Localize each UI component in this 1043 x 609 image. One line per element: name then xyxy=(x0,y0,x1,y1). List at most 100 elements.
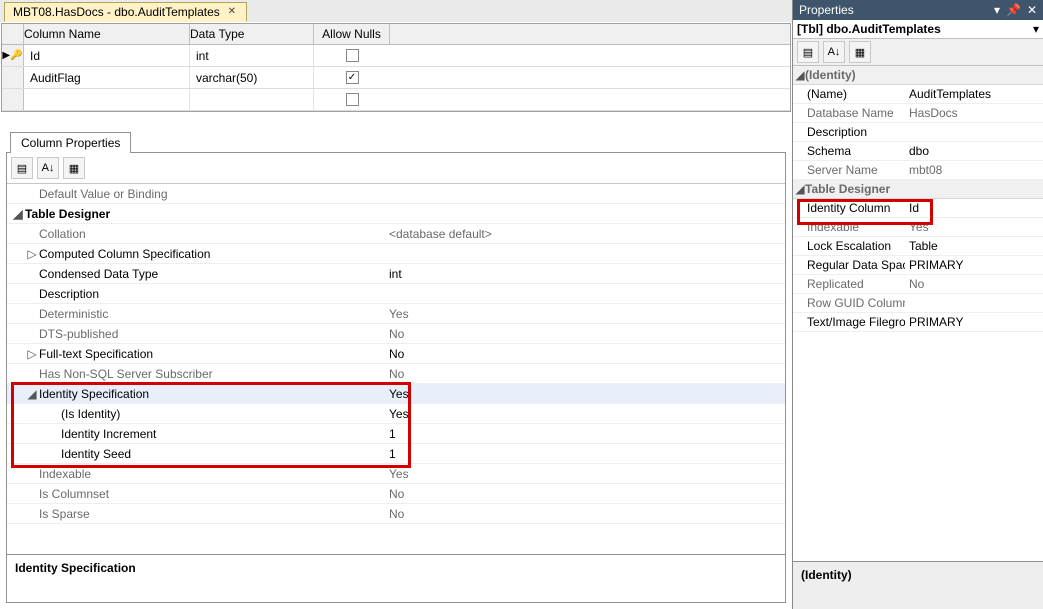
tab-document[interactable]: MBT08.HasDocs - dbo.AuditTemplates ✕ xyxy=(4,2,247,22)
property-row[interactable]: ▷Computed Column Specification xyxy=(7,244,785,264)
property-row[interactable]: ◢Table Designer xyxy=(7,204,785,224)
allow-nulls-checkbox[interactable] xyxy=(346,49,359,62)
property-row[interactable]: Collation<database default> xyxy=(7,224,785,244)
autohide-icon[interactable]: ▾ xyxy=(994,3,1000,17)
header-data-type[interactable]: Data Type xyxy=(190,24,314,44)
property-row[interactable]: ▷Full-text SpecificationNo xyxy=(7,344,785,364)
property-value[interactable]: Yes xyxy=(905,220,929,234)
property-value[interactable]: No xyxy=(383,347,404,361)
property-label: (Is Identity) xyxy=(61,407,120,421)
column-properties-grid[interactable]: Default Value or Binding◢Table DesignerC… xyxy=(7,184,785,554)
property-value[interactable]: mbt08 xyxy=(905,163,942,177)
row-selector[interactable] xyxy=(2,67,24,88)
tab-column-properties[interactable]: Column Properties xyxy=(10,132,131,153)
property-value[interactable]: dbo xyxy=(905,144,929,158)
property-row[interactable]: Condensed Data Typeint xyxy=(7,264,785,284)
categorized-icon[interactable]: ▤ xyxy=(11,157,33,179)
property-label: Table Designer xyxy=(25,207,110,221)
expand-icon[interactable]: ▷ xyxy=(27,347,37,361)
property-row[interactable]: (Name)AuditTemplates xyxy=(793,85,1043,104)
property-category[interactable]: ◢Table Designer xyxy=(793,180,1043,199)
table-row[interactable]: AuditFlag varchar(50) xyxy=(2,67,790,89)
property-category[interactable]: ◢(Identity) xyxy=(793,66,1043,85)
property-value[interactable]: Yes xyxy=(383,467,409,481)
property-row[interactable]: Server Namembt08 xyxy=(793,161,1043,180)
property-row[interactable]: Identity Seed1 xyxy=(7,444,785,464)
collapse-icon[interactable]: ◢ xyxy=(795,68,805,82)
collapse-icon[interactable]: ◢ xyxy=(13,207,23,221)
collapse-icon[interactable]: ◢ xyxy=(27,387,37,401)
property-value[interactable]: Yes xyxy=(383,307,409,321)
property-value[interactable]: Yes xyxy=(383,407,409,421)
property-row[interactable]: DTS-published No xyxy=(7,324,785,344)
header-column-name[interactable]: Column Name xyxy=(24,24,190,44)
cell-column-name[interactable]: AuditFlag xyxy=(24,67,190,88)
property-value[interactable]: HasDocs xyxy=(905,106,958,120)
property-value[interactable]: No xyxy=(383,507,404,521)
property-row[interactable]: (Is Identity) Yes xyxy=(7,404,785,424)
collapse-icon[interactable]: ◢ xyxy=(795,182,805,196)
close-icon[interactable]: ✕ xyxy=(226,6,238,18)
cell-data-type[interactable]: varchar(50) xyxy=(190,67,314,88)
property-value[interactable]: AuditTemplates xyxy=(905,87,991,101)
property-row[interactable]: Default Value or Binding xyxy=(7,184,785,204)
property-value[interactable]: No xyxy=(383,487,404,501)
property-row[interactable]: DeterministicYes xyxy=(7,304,785,324)
properties-icon[interactable]: ▦ xyxy=(849,41,871,63)
property-value[interactable]: Table xyxy=(905,239,938,253)
categorized-icon[interactable]: ▤ xyxy=(797,41,819,63)
property-row[interactable]: Text/Image FilegroupPRIMARY xyxy=(793,313,1043,332)
property-row[interactable]: IndexableYes xyxy=(793,218,1043,237)
table-row[interactable]: ▶🔑 Id int xyxy=(2,45,790,67)
sort-az-icon[interactable]: A↓ xyxy=(37,157,59,179)
property-value[interactable]: No xyxy=(905,277,924,291)
property-row[interactable]: ◢Identity SpecificationYes xyxy=(7,384,785,404)
property-row[interactable]: Is ColumnsetNo xyxy=(7,484,785,504)
allow-nulls-checkbox[interactable] xyxy=(346,71,359,84)
cell-data-type[interactable] xyxy=(190,89,314,110)
close-icon[interactable]: ✕ xyxy=(1027,3,1037,17)
cell-column-name[interactable] xyxy=(24,89,190,110)
pin-icon[interactable]: 📌 xyxy=(1006,3,1021,17)
properties-grid[interactable]: ◢(Identity)(Name)AuditTemplatesDatabase … xyxy=(793,66,1043,561)
property-value[interactable]: Yes xyxy=(383,387,409,401)
property-row[interactable]: Is SparseNo xyxy=(7,504,785,524)
chevron-down-icon[interactable]: ▾ xyxy=(1033,22,1039,36)
property-value[interactable]: 1 xyxy=(383,447,396,461)
property-value[interactable]: PRIMARY xyxy=(905,315,963,329)
property-row[interactable]: Has Non-SQL Server SubscriberNo xyxy=(7,364,785,384)
property-value[interactable]: PRIMARY xyxy=(905,258,963,272)
expand-icon[interactable]: ▷ xyxy=(27,247,37,261)
property-row[interactable]: Row GUID Column xyxy=(793,294,1043,313)
allow-nulls-checkbox[interactable] xyxy=(346,93,359,106)
row-selector[interactable] xyxy=(2,89,24,110)
table-row[interactable] xyxy=(2,89,790,111)
properties-title-bar[interactable]: Properties ▾ 📌 ✕ xyxy=(793,0,1043,20)
header-allow-nulls[interactable]: Allow Nulls xyxy=(314,24,390,44)
property-label: DTS-published xyxy=(39,327,118,341)
property-value[interactable]: 1 xyxy=(383,427,396,441)
property-row[interactable]: Schemadbo xyxy=(793,142,1043,161)
row-selector[interactable]: ▶🔑 xyxy=(2,45,24,66)
property-value[interactable]: int xyxy=(383,267,402,281)
property-row[interactable]: Database NameHasDocs xyxy=(793,104,1043,123)
property-row[interactable]: Regular Data Space SpecificationPRIMARY xyxy=(793,256,1043,275)
property-value[interactable]: No xyxy=(383,327,404,341)
property-row[interactable]: Description xyxy=(793,123,1043,142)
object-selector[interactable]: [Tbl] dbo.AuditTemplates ▾ xyxy=(793,20,1043,39)
property-value[interactable]: No xyxy=(383,367,404,381)
property-value[interactable]: Id xyxy=(905,201,919,215)
property-label: Computed Column Specification xyxy=(39,247,210,261)
cell-data-type[interactable]: int xyxy=(190,45,314,66)
property-row[interactable]: ReplicatedNo xyxy=(793,275,1043,294)
properties-toolbar: ▤ A↓ ▦ xyxy=(793,39,1043,66)
property-row[interactable]: IndexableYes xyxy=(7,464,785,484)
property-row[interactable]: Lock EscalationTable xyxy=(793,237,1043,256)
property-row[interactable]: Identity ColumnId xyxy=(793,199,1043,218)
property-row[interactable]: Identity Increment1 xyxy=(7,424,785,444)
cell-column-name[interactable]: Id xyxy=(24,45,190,66)
sort-az-icon[interactable]: A↓ xyxy=(823,41,845,63)
property-value[interactable]: <database default> xyxy=(383,227,492,241)
properties-icon[interactable]: ▦ xyxy=(63,157,85,179)
property-row[interactable]: Description xyxy=(7,284,785,304)
